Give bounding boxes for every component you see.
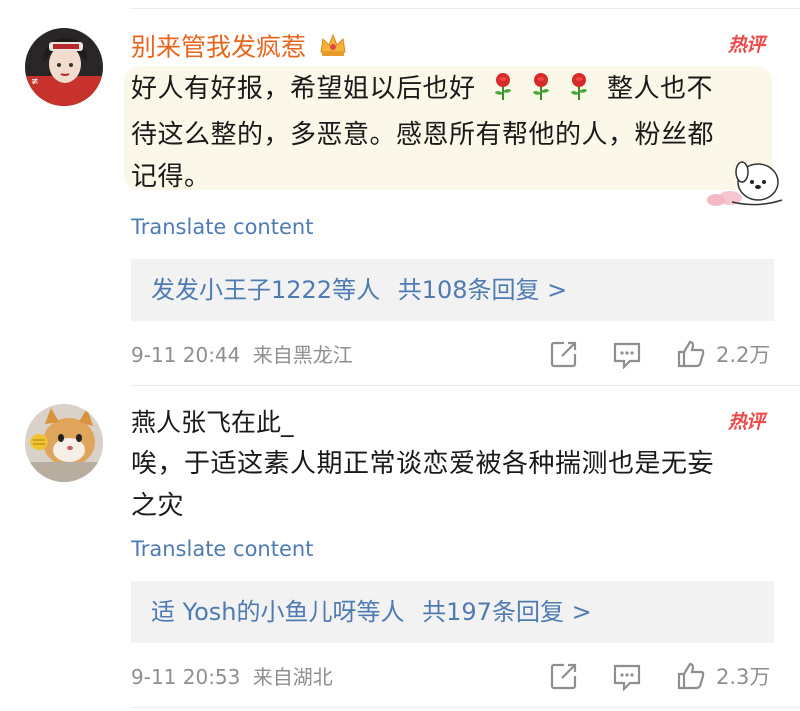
comment-body: 唉，于适这素人期正常谈恋爱被各种揣测也是无妄 之灾 xyxy=(131,443,771,527)
avatar[interactable]: ≢ xyxy=(25,28,103,106)
comment-button[interactable] xyxy=(612,341,642,369)
comment-text-segment: 好人有好报，希望姐以后也好 xyxy=(131,74,485,104)
comment-body-line-3: 记得。 xyxy=(131,162,211,192)
comment-body-line-1: 好人有好报，希望姐以后也好 整人也不 xyxy=(131,68,771,114)
translate-content-link[interactable]: Translate content xyxy=(131,536,313,562)
share-icon xyxy=(550,341,577,368)
replies-summary[interactable]: 适 Yosh的小鱼儿呀等人 共197条回复 > xyxy=(131,581,774,643)
divider xyxy=(130,707,800,708)
like-button[interactable]: 2.3万 xyxy=(676,661,770,691)
reply-users[interactable]: 适 Yosh的小鱼儿呀 xyxy=(151,598,357,626)
timestamp: 9-11 20:53 xyxy=(131,665,241,689)
like-count: 2.2万 xyxy=(716,343,771,367)
reply-users-suffix: 等人 xyxy=(332,276,381,304)
rose-icon xyxy=(566,71,592,114)
hot-comment-badge: 热评 xyxy=(727,411,765,433)
rose-icon xyxy=(528,71,554,114)
svg-text:≢: ≢ xyxy=(31,77,39,87)
username-text[interactable]: 燕人张飞在此_ xyxy=(131,408,294,437)
reply-count[interactable]: 共197条回复 > xyxy=(422,598,592,626)
comment-icon xyxy=(613,342,641,369)
location: 来自黑龙江 xyxy=(252,343,353,367)
share-button[interactable] xyxy=(550,662,578,690)
comment-button[interactable] xyxy=(612,663,642,691)
username[interactable]: 别来管我发疯惹 xyxy=(131,32,348,65)
hot-comment-badge: 热评 xyxy=(727,34,765,56)
username-text[interactable]: 别来管我发疯惹 xyxy=(131,33,306,62)
comment-icon xyxy=(613,664,641,691)
comment-body-line-1: 唉，于适这素人期正常谈恋爱被各种揣测也是无妄 xyxy=(131,449,715,479)
reply-users-suffix: 等人 xyxy=(356,598,405,626)
comment-item: 燕人张飞在此_ 热评 唉，于适这素人期正常谈恋爱被各种揣测也是无妄 之灾 Tra… xyxy=(0,386,800,711)
comment-body-line-2: 之灾 xyxy=(131,491,185,521)
thumbs-up-icon xyxy=(677,340,705,368)
crown-icon xyxy=(318,32,348,65)
avatar[interactable] xyxy=(25,404,103,482)
replies-summary[interactable]: 发发小王子1222等人 共108条回复 > xyxy=(131,259,774,321)
comment-text-segment: 整人也不 xyxy=(598,74,714,104)
timestamp: 9-11 20:44 xyxy=(131,343,241,367)
location: 来自湖北 xyxy=(252,665,333,689)
translate-content-link[interactable]: Translate content xyxy=(131,214,313,240)
comment-meta: 9-11 20:44 来自黑龙江 xyxy=(131,342,353,368)
comment-body-line-2: 待这么整的，多恶意。感恩所有帮他的人，粉丝都 xyxy=(131,120,715,150)
like-button[interactable]: 2.2万 xyxy=(676,339,770,369)
reply-count[interactable]: 共108条回复 > xyxy=(398,276,568,304)
comment-meta: 9-11 20:53 来自湖北 xyxy=(131,664,333,690)
rose-icon xyxy=(490,71,516,114)
username[interactable]: 燕人张飞在此_ xyxy=(131,408,294,438)
comment-item: ≢ 别来管我发疯惹 热评 好人有好报，希望姐以后也好 整人也不 待这么整的，多恶… xyxy=(0,0,800,386)
share-button[interactable] xyxy=(550,340,578,368)
share-icon xyxy=(550,663,577,690)
like-count: 2.3万 xyxy=(716,665,771,689)
reply-users[interactable]: 发发小王子1222 xyxy=(151,276,332,304)
thumbs-up-icon xyxy=(677,662,705,690)
comment-body: 好人有好报，希望姐以后也好 整人也不 待这么整的，多恶意。感恩所有帮他的人，粉丝… xyxy=(131,68,771,198)
